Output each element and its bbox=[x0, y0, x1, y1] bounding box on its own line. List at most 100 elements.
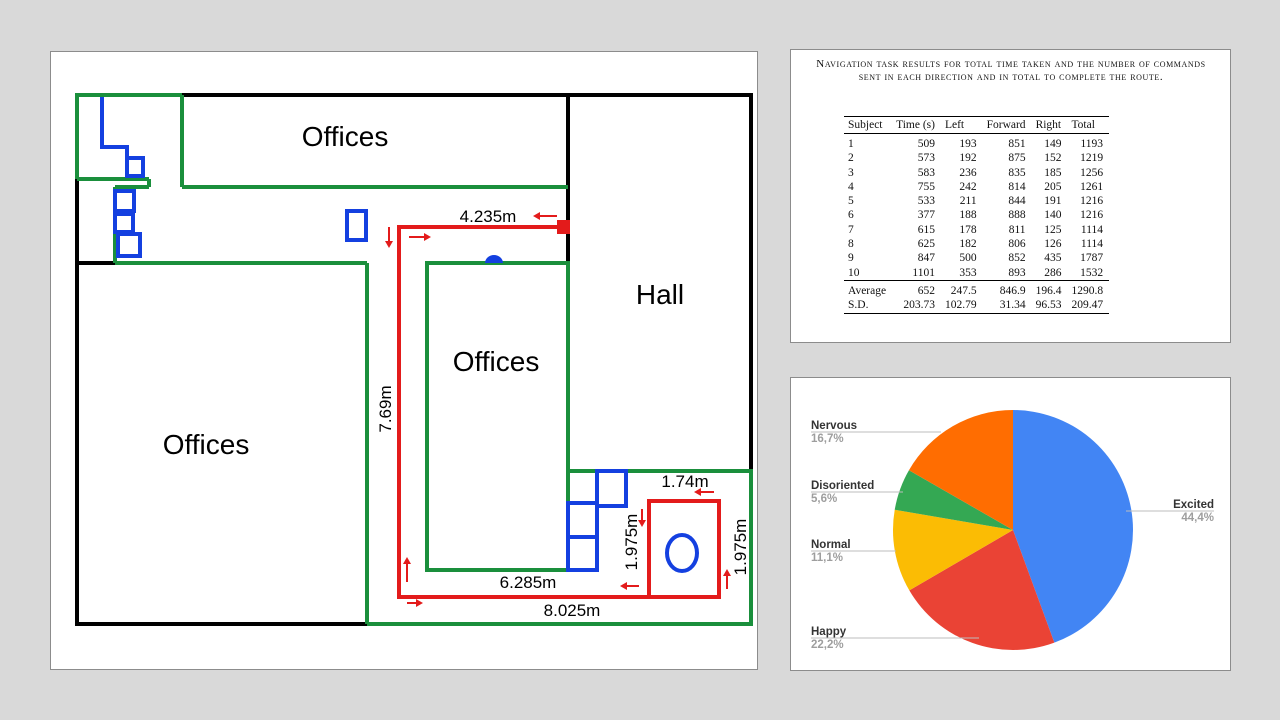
table-cell: 152 bbox=[1044, 152, 1062, 165]
table-cell: 1 bbox=[844, 133, 893, 152]
table-row: 9 847 500 852 435 1787 bbox=[844, 251, 1109, 265]
table-cell: 1290.8 bbox=[1067, 279, 1110, 299]
pie-slices bbox=[893, 410, 1134, 650]
table-cell: 500 bbox=[959, 252, 977, 265]
table-cell: 209.47 bbox=[1067, 298, 1110, 314]
table-cell: 31.34 bbox=[982, 298, 1032, 314]
pie-chart: Excited44,4% Happy22,2% Normal11,1% Disorie… bbox=[811, 410, 1214, 651]
table-caption: Navigation task results for total time t… bbox=[816, 58, 1206, 83]
table-cell: 852 bbox=[1008, 252, 1026, 265]
table-cell: 149 bbox=[1031, 133, 1068, 152]
table-row: Average 652 247.5 846.9 196.4 1290.8 bbox=[844, 279, 1110, 299]
table-cell: 182 bbox=[959, 238, 977, 251]
table-cell: 178 bbox=[959, 223, 977, 236]
table-cell: 1114 bbox=[1080, 223, 1104, 236]
table-cell: 1114 bbox=[1080, 238, 1104, 251]
table-cell: 9 bbox=[848, 252, 854, 265]
dimension-label: 8.025m bbox=[544, 601, 601, 620]
table-cell: 205 bbox=[1044, 180, 1062, 193]
table-cell: 509 bbox=[892, 133, 941, 152]
table-cell: 10 bbox=[848, 266, 860, 279]
table-cell: 847 bbox=[917, 252, 935, 265]
table-cell: 353 bbox=[959, 266, 977, 279]
blue-half-circle bbox=[485, 255, 503, 263]
results-table-panel: Navigation task results for total time t… bbox=[790, 49, 1231, 343]
table-cell: 377 bbox=[917, 209, 935, 222]
table-cell: 7 bbox=[848, 223, 854, 236]
pie-label-name: Normal bbox=[811, 539, 851, 551]
table-cell: 1216 bbox=[1080, 195, 1104, 208]
room-label-offices-top: Offices bbox=[302, 121, 389, 152]
table-cell: 193 bbox=[940, 133, 983, 152]
table-cell: 102.79 bbox=[940, 298, 983, 314]
table-row: 6 377 188 888 140 1216 bbox=[844, 208, 1109, 222]
table-cell: 893 bbox=[1008, 266, 1026, 279]
table-cell: 1261 bbox=[1080, 180, 1104, 193]
table-cell: 652 bbox=[892, 279, 941, 299]
table-cell: 192 bbox=[959, 152, 977, 165]
table-cell: 846.9 bbox=[982, 279, 1032, 299]
table-cell: 286 bbox=[1044, 266, 1062, 279]
room-label-offices-center: Offices bbox=[453, 346, 540, 377]
table-cell: S.D. bbox=[844, 298, 893, 314]
column-header: Forward bbox=[986, 119, 1026, 131]
dimension-label: 4.235m bbox=[460, 207, 517, 226]
table-cell: 6 bbox=[848, 209, 854, 222]
dimension-label: 1.975m bbox=[731, 519, 750, 576]
results-table: Subject Time (s) Left Forward Right Total 1 50… bbox=[844, 116, 1110, 314]
table-cell: 140 bbox=[1044, 209, 1062, 222]
table-cell: 573 bbox=[917, 152, 935, 165]
table-cell: 1256 bbox=[1080, 166, 1104, 179]
pie-label-percent: 44,4% bbox=[1181, 512, 1214, 524]
table-row: 3 583 236 835 185 1256 bbox=[844, 166, 1109, 180]
table-cell: 188 bbox=[959, 209, 977, 222]
table-row: 10 1101 353 893 286 1532 bbox=[844, 266, 1109, 281]
dimension-label: 1.975m bbox=[622, 514, 641, 571]
table-cell: Average bbox=[844, 279, 893, 299]
table-cell: 242 bbox=[959, 180, 977, 193]
table-cell: 96.53 bbox=[1031, 298, 1068, 314]
table-cell: 4 bbox=[848, 180, 854, 193]
table-cell: 875 bbox=[1008, 152, 1026, 165]
table-row: 2 573 192 875 152 1219 bbox=[844, 151, 1109, 165]
room-label-offices-left: Offices bbox=[163, 429, 250, 460]
table-cell: 835 bbox=[1008, 166, 1026, 179]
table-cell: 1193 bbox=[1067, 133, 1110, 152]
table-cell: 615 bbox=[917, 223, 935, 236]
pie-label-percent: 22,2% bbox=[811, 639, 844, 651]
pie-label-percent: 11,1% bbox=[811, 552, 843, 564]
table-cell: 3 bbox=[848, 166, 854, 179]
table-row: 5 533 211 844 191 1216 bbox=[844, 194, 1109, 208]
table-cell: 247.5 bbox=[940, 279, 983, 299]
table-cell: 8 bbox=[848, 238, 854, 251]
table-cell: 888 bbox=[1008, 209, 1026, 222]
table-cell: 1787 bbox=[1080, 252, 1104, 265]
table-row: 1 509 193 851 149 1193 bbox=[844, 133, 1110, 152]
table-body: 1 509 193 851 149 1193 2 573 192 875 152 1219 3 583 23… bbox=[844, 133, 1110, 314]
table-row: S.D. 203.73 102.79 31.34 96.53 209.47 bbox=[844, 298, 1110, 314]
column-header: Time (s) bbox=[896, 119, 935, 131]
table-cell: 236 bbox=[959, 166, 977, 179]
column-header: Left bbox=[944, 119, 965, 131]
table-cell: 533 bbox=[917, 195, 935, 208]
table-cell: 1216 bbox=[1080, 209, 1104, 222]
pie-label-name: Happy bbox=[811, 626, 847, 638]
table-cell: 625 bbox=[917, 238, 935, 251]
pie-label-name: Nervous bbox=[811, 420, 857, 432]
table-cell: 851 bbox=[982, 133, 1032, 152]
table-cell: 196.4 bbox=[1031, 279, 1068, 299]
table-cell: 191 bbox=[1044, 195, 1062, 208]
floor-plan: Offices Offices Offices Hall 4.235m 7.69… bbox=[75, 93, 753, 626]
table-cell: 126 bbox=[1044, 238, 1062, 251]
dimension-label: 1.74m bbox=[661, 472, 708, 491]
table-cell: 185 bbox=[1044, 166, 1062, 179]
table-cell: 844 bbox=[1008, 195, 1026, 208]
table-header-row: Subject Time (s) Left Forward Right Total bbox=[844, 116, 1110, 134]
dimension-label: 7.69m bbox=[376, 385, 395, 432]
column-header: Right bbox=[1035, 119, 1062, 131]
room-label-hall: Hall bbox=[636, 279, 684, 310]
table-cell: 5 bbox=[848, 195, 854, 208]
table-cell: 806 bbox=[1008, 238, 1026, 251]
table-cell: 755 bbox=[917, 180, 935, 193]
route-arrows bbox=[385, 212, 731, 607]
